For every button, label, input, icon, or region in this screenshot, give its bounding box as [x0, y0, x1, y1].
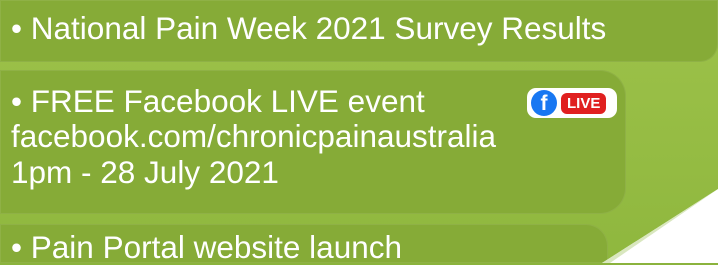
survey-results-text: • National Pain Week 2021 Survey Results — [11, 10, 607, 46]
facebook-page-link[interactable]: facebook.com/chronicpainaustralia — [11, 120, 496, 153]
facebook-icon: f — [531, 90, 557, 116]
live-label: LIVE — [561, 92, 607, 114]
event-datetime-text: 1pm - 28 July 2021 — [11, 154, 279, 190]
facebook-live-badge: f LIVE — [527, 88, 617, 118]
pain-portal-launch-text: • Pain Portal website launch — [11, 229, 402, 265]
page-curl-decoration — [602, 189, 718, 263]
facebook-live-event-text: • FREE Facebook LIVE event — [11, 83, 425, 119]
